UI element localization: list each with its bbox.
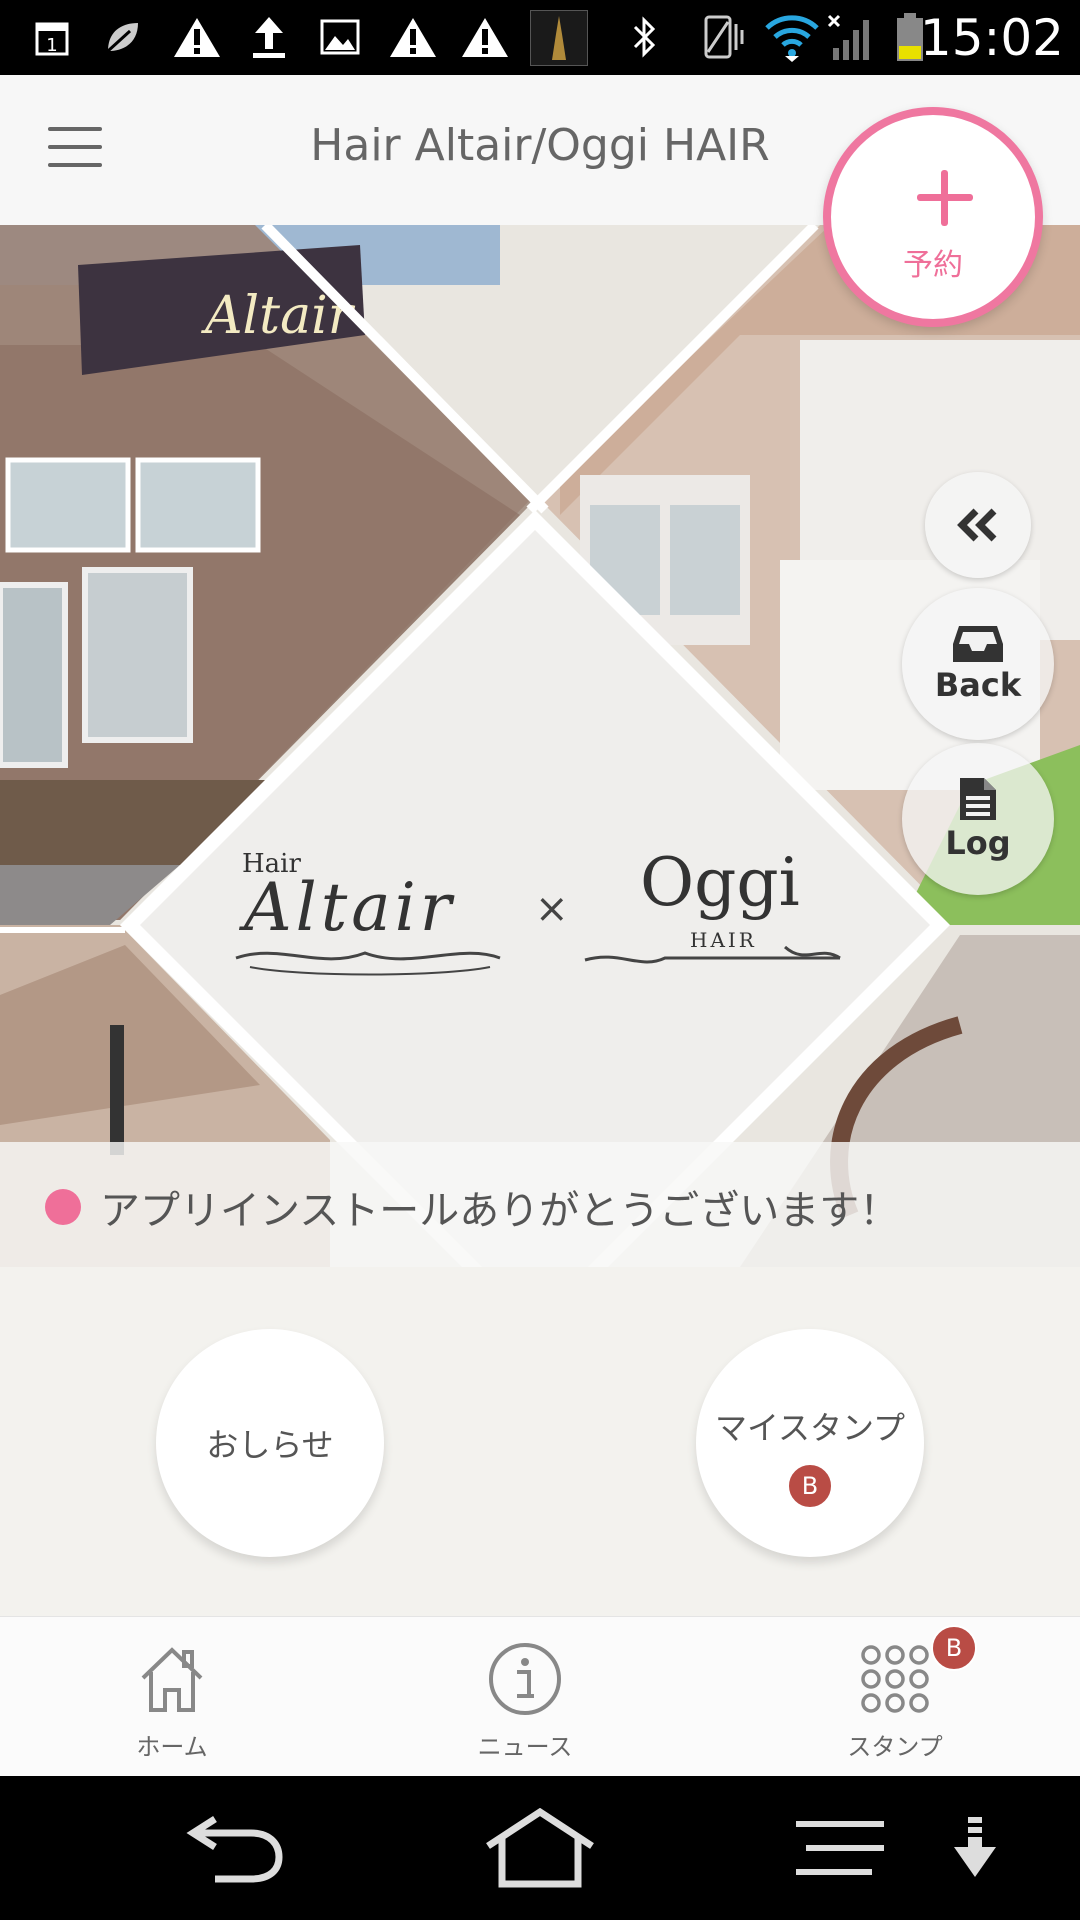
download-nav-icon[interactable] (945, 1806, 1005, 1890)
vibrate-icon (693, 12, 747, 62)
hero-collage: Altair Hair Altair × Oggi HAIR (0, 225, 1080, 1267)
wifi-icon (762, 12, 822, 62)
hero-banner: Altair Hair Altair × Oggi HAIR アプリインストール… (0, 225, 1080, 1267)
bluetooth-icon (625, 12, 665, 62)
notice-banner[interactable]: アプリインストールありがとうございます！ (0, 1142, 1080, 1267)
tab-news-label: ニュース (477, 1733, 573, 1761)
leaf-icon (100, 12, 144, 62)
home-icon (137, 1641, 207, 1717)
reserve-button[interactable]: 予約 (823, 107, 1043, 327)
my-stamp-label: マイスタンプ (714, 1409, 906, 1447)
system-nav-bar (0, 1776, 1080, 1920)
back-nav-icon[interactable] (180, 1806, 290, 1890)
altair-logo: Altair (238, 869, 455, 946)
signal-icon (826, 12, 878, 62)
oggi-logo: Oggi (640, 844, 800, 921)
warning-icon (386, 12, 440, 62)
status-bar: 1 15:02 (0, 0, 1080, 75)
news-label: おしらせ (206, 1426, 334, 1464)
warning-icon (458, 12, 512, 62)
notice-dot (45, 1189, 81, 1225)
svg-text:1: 1 (46, 35, 57, 56)
bottom-tab-bar: ホーム ニュース スタンプ B (0, 1616, 1080, 1777)
back-label: Back (934, 666, 1022, 704)
reserve-label: 予約 (903, 248, 963, 283)
log-label: Log (945, 824, 1011, 862)
upload-icon (247, 12, 291, 62)
info-icon (487, 1641, 563, 1717)
log-button[interactable]: Log (902, 743, 1054, 895)
stamp-grid-icon (859, 1641, 931, 1717)
inbox-icon (953, 626, 1003, 662)
tab-stamp-badge: B (931, 1625, 977, 1671)
tab-home[interactable]: ホーム (72, 1617, 272, 1777)
oggi-logo-small: HAIR (690, 928, 757, 952)
double-chevron-left-icon (957, 508, 997, 542)
stamp-badge: B (787, 1463, 833, 1509)
manhattan-app-icon (530, 10, 588, 66)
tab-stamp-label: スタンプ (847, 1733, 943, 1761)
logo-join: × (535, 886, 569, 932)
warning-icon (170, 12, 224, 62)
image-icon (318, 12, 362, 62)
home-nav-icon[interactable] (480, 1806, 600, 1890)
menu-nav-icon[interactable] (790, 1806, 890, 1890)
calendar-icon: 1 (30, 12, 74, 62)
plus-icon (917, 170, 973, 226)
collapse-button[interactable] (925, 472, 1031, 578)
back-button[interactable]: Back (902, 588, 1054, 740)
news-button[interactable]: おしらせ (156, 1329, 384, 1557)
tab-home-label: ホーム (136, 1733, 208, 1761)
document-icon (960, 778, 996, 820)
notice-text: アプリインストールありがとうございます！ (100, 1188, 900, 1234)
my-stamp-button[interactable]: マイスタンプ B (696, 1329, 924, 1557)
tab-stamp[interactable]: スタンプ B (795, 1617, 995, 1777)
clock: 15:02 (919, 9, 1064, 67)
tab-news[interactable]: ニュース (425, 1617, 625, 1777)
